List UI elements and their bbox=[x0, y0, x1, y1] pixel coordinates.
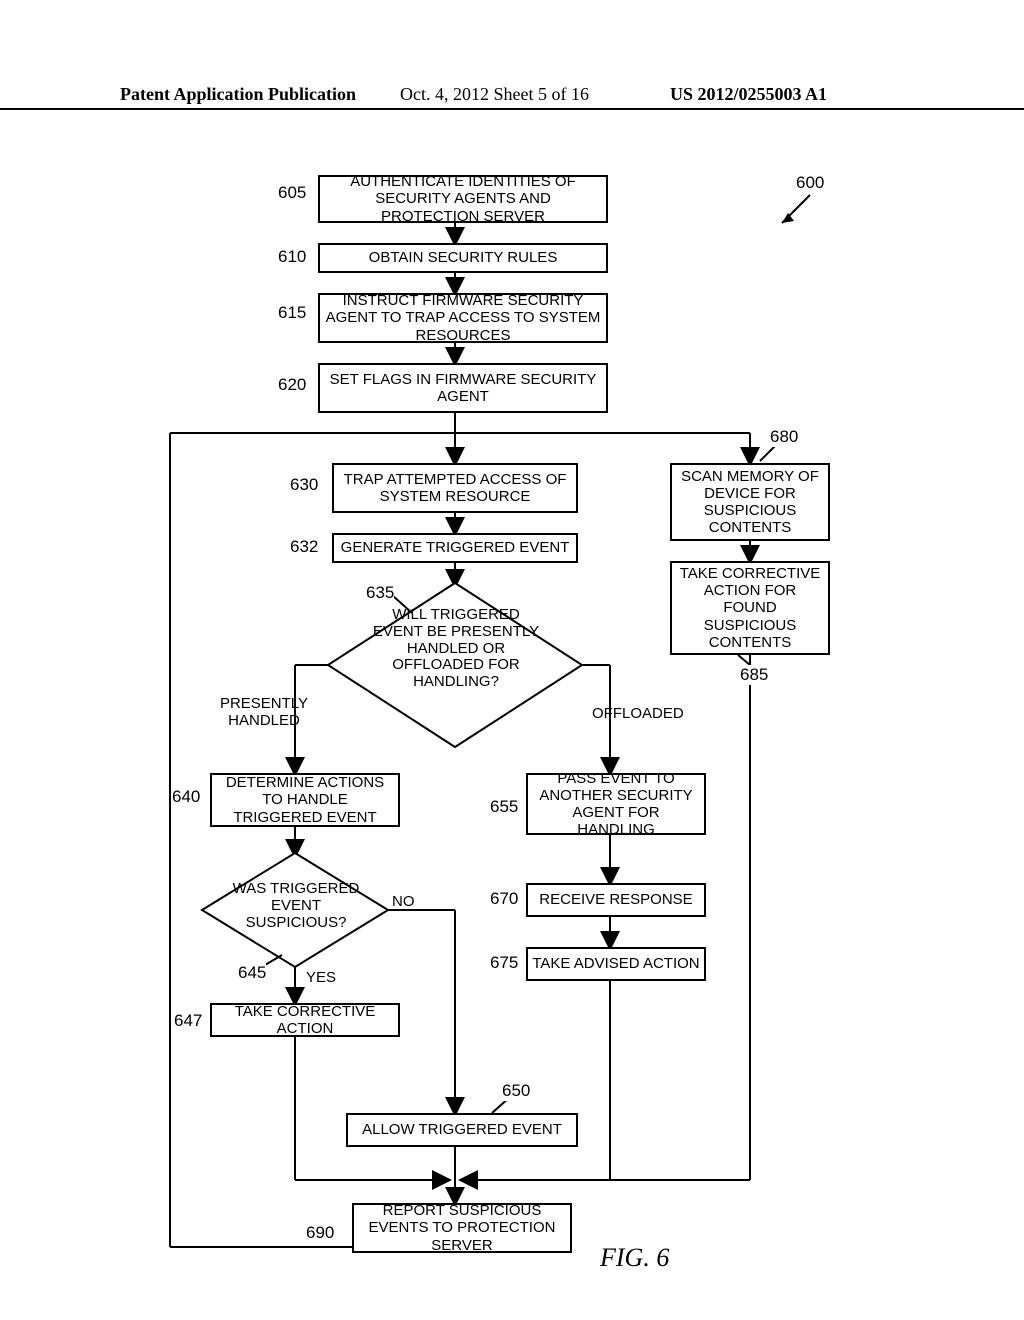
ref-690: 690 bbox=[306, 1223, 334, 1243]
ref-650: 650 bbox=[502, 1081, 530, 1101]
box-605: AUTHENTICATE IDENTITIES OF SECURITY AGEN… bbox=[318, 175, 608, 223]
ref-675: 675 bbox=[490, 953, 518, 973]
ref-647: 647 bbox=[174, 1011, 202, 1031]
box-685: TAKE CORRECTIVE ACTION FOR FOUND SUSPICI… bbox=[670, 561, 830, 655]
ref-680: 680 bbox=[770, 427, 798, 447]
box-610: OBTAIN SECURITY RULES bbox=[318, 243, 608, 273]
ref-685: 685 bbox=[740, 665, 768, 685]
figure-label: FIG. 6 bbox=[600, 1243, 669, 1273]
diamond-635-text: WILL TRIGGERED EVENT BE PRESENTLY HANDLE… bbox=[368, 607, 544, 691]
ref-645: 645 bbox=[238, 963, 266, 983]
box-640: DETERMINE ACTIONS TO HANDLE TRIGGERED EV… bbox=[210, 773, 400, 827]
box-647: TAKE CORRECTIVE ACTION bbox=[210, 1003, 400, 1037]
box-650: ALLOW TRIGGERED EVENT bbox=[346, 1113, 578, 1147]
ref-655: 655 bbox=[490, 797, 518, 817]
diamond-645-text: WAS TRIGGERED EVENT SUSPICIOUS? bbox=[230, 881, 362, 931]
branch-no: NO bbox=[392, 893, 415, 910]
box-680: SCAN MEMORY OF DEVICE FOR SUSPICIOUS CON… bbox=[670, 463, 830, 541]
header-right: US 2012/0255003 A1 bbox=[670, 84, 827, 105]
box-675: TAKE ADVISED ACTION bbox=[526, 947, 706, 981]
box-632: GENERATE TRIGGERED EVENT bbox=[332, 533, 578, 563]
ref-610: 610 bbox=[278, 247, 306, 267]
box-670: RECEIVE RESPONSE bbox=[526, 883, 706, 917]
ref-670: 670 bbox=[490, 889, 518, 909]
ref-600: 600 bbox=[796, 173, 824, 193]
header-mid: Oct. 4, 2012 Sheet 5 of 16 bbox=[400, 84, 589, 105]
branch-offloaded: OFFLOADED bbox=[592, 705, 684, 722]
ref-635: 635 bbox=[366, 583, 394, 603]
ref-640: 640 bbox=[172, 787, 200, 807]
flowchart: 600 605 610 615 620 630 632 635 640 645 … bbox=[110, 165, 890, 1285]
box-655: PASS EVENT TO ANOTHER SECURITY AGENT FOR… bbox=[526, 773, 706, 835]
box-630: TRAP ATTEMPTED ACCESS OF SYSTEM RESOURCE bbox=[332, 463, 578, 513]
box-615: INSTRUCT FIRMWARE SECURITY AGENT TO TRAP… bbox=[318, 293, 608, 343]
ref-620: 620 bbox=[278, 375, 306, 395]
branch-yes: YES bbox=[306, 969, 336, 986]
box-690: REPORT SUSPICIOUS EVENTS TO PROTECTION S… bbox=[352, 1203, 572, 1253]
box-620: SET FLAGS IN FIRMWARE SECURITY AGENT bbox=[318, 363, 608, 413]
ref-605: 605 bbox=[278, 183, 306, 203]
ref-632: 632 bbox=[290, 537, 318, 557]
page-header: Patent Application Publication Oct. 4, 2… bbox=[0, 84, 1024, 110]
branch-presently: PRESENTLY HANDLED bbox=[218, 695, 310, 729]
header-left: Patent Application Publication bbox=[120, 84, 356, 105]
ref-630: 630 bbox=[290, 475, 318, 495]
ref-615: 615 bbox=[278, 303, 306, 323]
page: Patent Application Publication Oct. 4, 2… bbox=[0, 0, 1024, 1320]
